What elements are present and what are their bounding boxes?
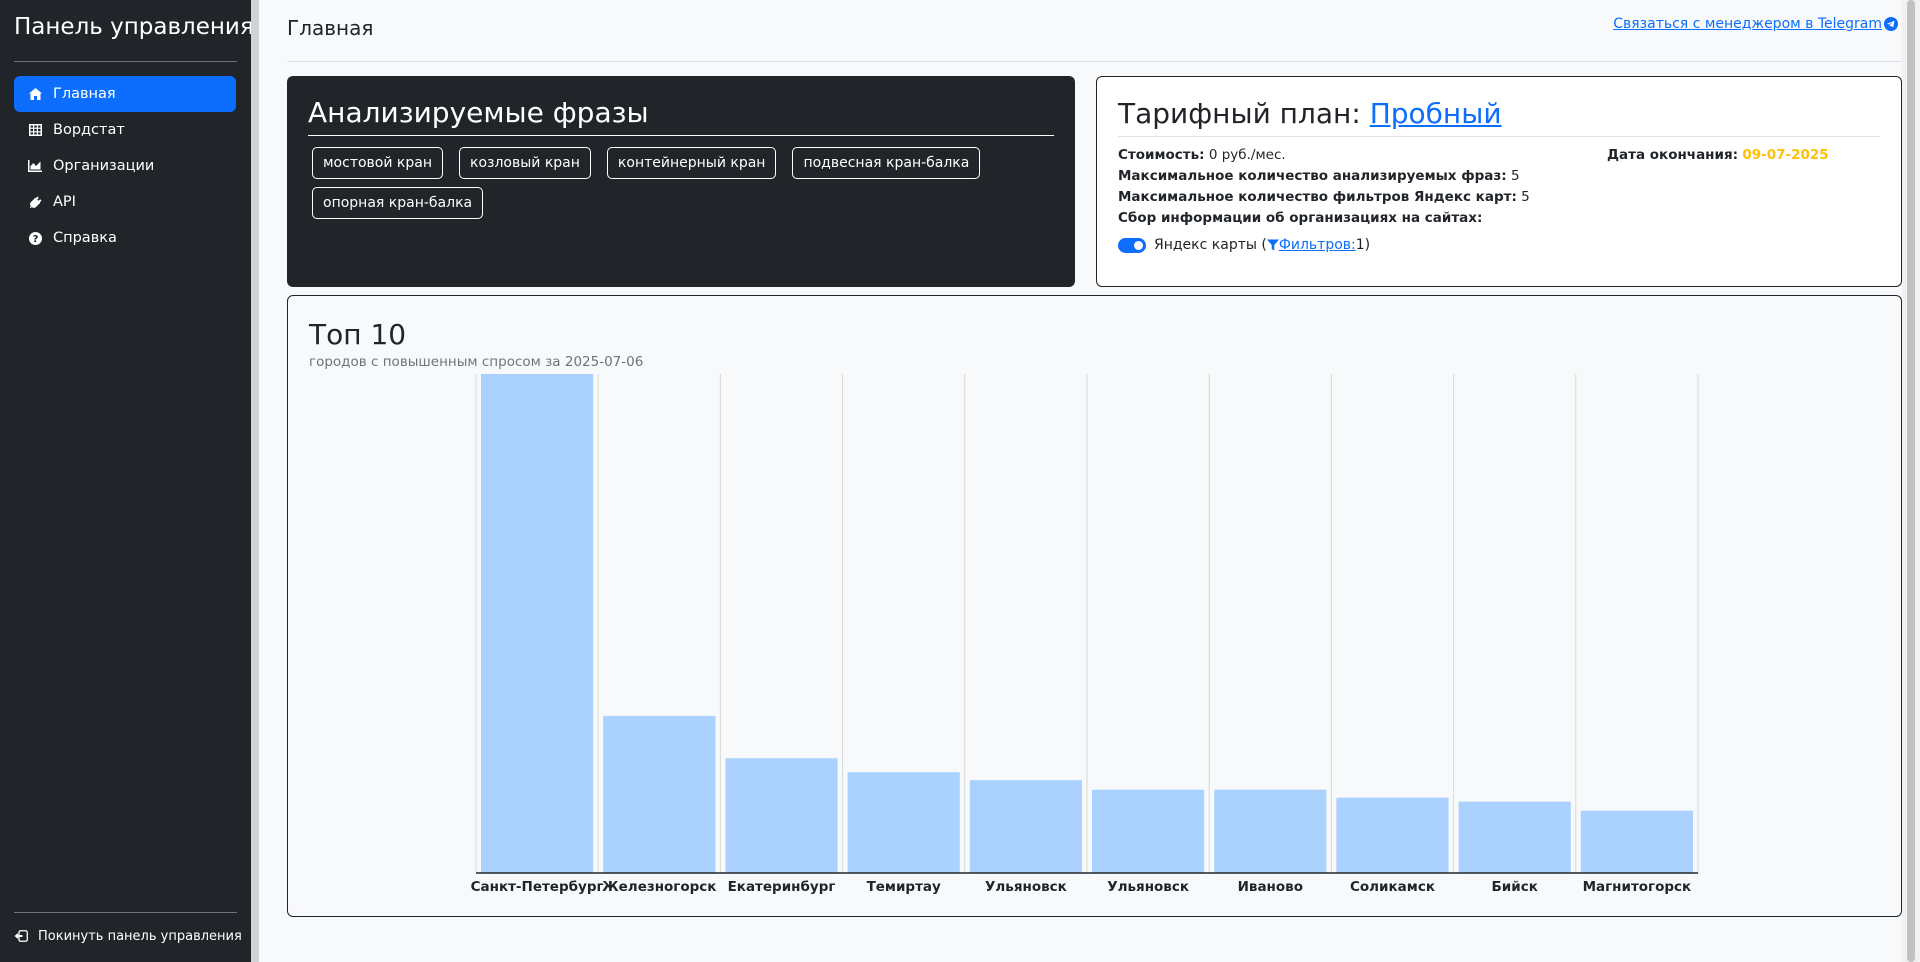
- phrases-title: Анализируемые фразы: [308, 96, 1054, 136]
- chart-tick-label: Магнитогорск: [1583, 879, 1692, 895]
- phrases-list: мостовой кран козловый кран контейнерный…: [308, 147, 1054, 227]
- svg-text:?: ?: [32, 234, 38, 245]
- plan-title-prefix: Тарифный план:: [1118, 97, 1361, 130]
- source-label: Яндекс карты (: [1154, 237, 1267, 253]
- phrase-chip[interactable]: опорная кран-балка: [312, 187, 484, 219]
- source-row: Яндекс карты ( Фильтров: 1): [1118, 237, 1880, 253]
- plan-end-label: Дата окончания:: [1607, 147, 1739, 163]
- plan-max-phrases-label: Максимальное количество анализируемых фр…: [1118, 168, 1507, 184]
- telegram-link-label: Связаться с менеджером в Telegram: [1613, 16, 1882, 32]
- question-icon: ?: [28, 231, 42, 245]
- sidebar-item-api[interactable]: API: [14, 184, 236, 220]
- phrases-card: Анализируемые фразы мостовой кран козлов…: [287, 76, 1075, 287]
- sidebar-item-label: Организации: [53, 158, 155, 174]
- sidebar-item-organizations[interactable]: Организации: [14, 148, 236, 184]
- chart-tick-label: Ульяновск: [1107, 879, 1189, 895]
- sidebar-item-home[interactable]: Главная: [14, 76, 236, 112]
- chart-tick-label: Железногорск: [602, 879, 716, 895]
- plan-cost-value: 0 руб./мес.: [1208, 147, 1286, 163]
- sidebar-item-label: Справка: [53, 230, 117, 246]
- sidebar-item-label: Главная: [53, 86, 116, 102]
- main-content: Главная Связаться с менеджером в Telegra…: [259, 0, 1902, 962]
- header-divider: [287, 61, 1902, 62]
- sidebar-item-label: Вордстат: [53, 122, 125, 138]
- chart-bar[interactable]: [1092, 789, 1205, 873]
- yandex-maps-toggle[interactable]: [1118, 237, 1146, 253]
- chart-tick-label: Иваново: [1238, 879, 1303, 895]
- sidebar-gutter: [251, 0, 259, 962]
- chart-tick-label: Ульяновск: [985, 879, 1067, 895]
- plan-max-filters-value: 5: [1521, 189, 1530, 205]
- page-title: Главная: [287, 16, 374, 40]
- chart-bar[interactable]: [969, 780, 1082, 873]
- plan-title: Тарифный план: Пробный: [1118, 97, 1880, 137]
- plan-end-value: 09-07-2025: [1742, 147, 1829, 163]
- phrase-chip[interactable]: контейнерный кран: [606, 147, 777, 179]
- plan-collect-label: Сбор информации об организациях на сайта…: [1118, 210, 1483, 226]
- filters-count: 1): [1355, 237, 1371, 253]
- plan-collect: Сбор информации об организациях на сайта…: [1118, 208, 1880, 229]
- chart-bar[interactable]: [603, 715, 716, 873]
- chart-icon: [28, 159, 42, 173]
- phrase-chip[interactable]: мостовой кран: [312, 147, 443, 179]
- chart-tick-label: Бийск: [1492, 879, 1538, 895]
- top10-chart: Санкт-ПетербургЖелезногорск Екатеринбург Т…: [471, 374, 1699, 895]
- telegram-link[interactable]: Связаться с менеджером в Telegram: [1613, 16, 1898, 32]
- sidebar: Панель управления Главная Вордстат Орган…: [0, 0, 254, 962]
- sidebar-divider: [14, 61, 237, 62]
- chart-tick-label: Екатеринбург: [728, 879, 836, 895]
- home-icon: [28, 87, 42, 101]
- table-icon: [28, 123, 42, 137]
- sidebar-nav: Главная Вордстат Организации API ? Справ…: [14, 76, 236, 256]
- sidebar-divider: [14, 912, 237, 913]
- chart-bar[interactable]: [481, 374, 594, 873]
- plan-max-filters-label: Максимальное количество фильтров Яндекс …: [1118, 189, 1517, 205]
- chart-tick-label: Санкт-Петербург: [471, 879, 604, 895]
- plan-max-phrases: Максимальное количество анализируемых фр…: [1118, 166, 1880, 187]
- sign-out-icon: [14, 929, 28, 944]
- plan-max-filters: Максимальное количество фильтров Яндекс …: [1118, 187, 1880, 208]
- chart-bar[interactable]: [847, 772, 960, 873]
- plan-end-date: Дата окончания: 09-07-2025: [1607, 147, 1829, 163]
- logout-link[interactable]: Покинуть панель управления: [14, 929, 242, 944]
- scrollbar-thumb[interactable]: [1907, 0, 1915, 962]
- sidebar-item-label: API: [53, 194, 76, 210]
- plan-cost-label: Стоимость:: [1118, 147, 1205, 163]
- chart-tick-label: Темиртау: [867, 879, 941, 895]
- page-scrollbar[interactable]: [1902, 0, 1920, 962]
- sidebar-item-help[interactable]: ? Справка: [14, 220, 236, 256]
- plug-icon: [28, 195, 42, 209]
- chart-bar[interactable]: [1580, 810, 1693, 873]
- chart-tick-label: Соликамск: [1350, 879, 1435, 895]
- filters-link[interactable]: Фильтров:: [1279, 237, 1356, 253]
- sidebar-title: Панель управления: [14, 14, 254, 40]
- plan-card: Тарифный план: Пробный Дата окончания: 0…: [1096, 76, 1902, 287]
- filter-icon: [1266, 239, 1279, 251]
- top10-card: Топ 10 городов с повышенным спросом за 2…: [287, 295, 1902, 917]
- chart-bar[interactable]: [1214, 789, 1327, 873]
- sidebar-item-wordstat[interactable]: Вордстат: [14, 112, 236, 148]
- chart-bar[interactable]: [1458, 801, 1571, 873]
- chart-bar[interactable]: [1336, 797, 1449, 873]
- phrase-chip[interactable]: подвесная кран-балка: [792, 147, 981, 179]
- telegram-icon: [1884, 17, 1898, 31]
- chart-bar[interactable]: [725, 758, 838, 873]
- logout-label: Покинуть панель управления: [38, 929, 242, 944]
- plan-name-link[interactable]: Пробный: [1370, 97, 1502, 130]
- plan-max-phrases-value: 5: [1510, 168, 1520, 184]
- phrase-chip[interactable]: козловый кран: [459, 147, 591, 179]
